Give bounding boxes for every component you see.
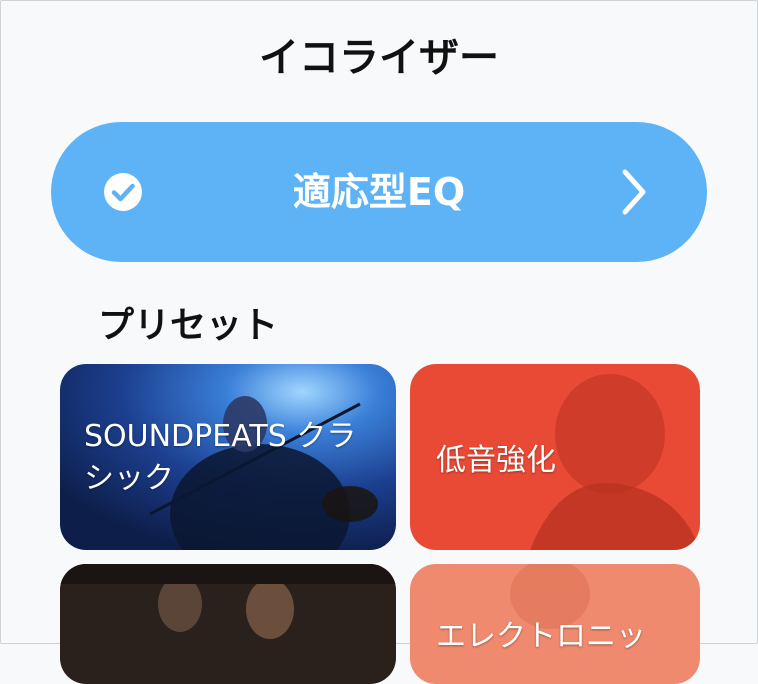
preset-card-bass-boost[interactable]: 低音強化 [410, 364, 700, 550]
presets-heading: プリセット [98, 305, 279, 346]
preset-card-electronic[interactable]: エレクトロニッ [410, 564, 700, 684]
chevron-right-icon [622, 169, 646, 215]
page-title: イコライザー [259, 35, 499, 81]
adaptive-eq-button[interactable]: 適応型EQ [51, 122, 707, 262]
adaptive-eq-label: 適応型EQ [292, 170, 466, 214]
preset-label: 低音強化 [436, 443, 556, 478]
preset-label: エレクトロニッ [436, 619, 646, 654]
preset-label: SOUNDPEATS クラシック [84, 419, 357, 496]
preset-card-classic[interactable]: SOUNDPEATS クラシック [60, 364, 396, 550]
preset-card-3[interactable] [60, 564, 396, 684]
musicians-image [60, 564, 396, 684]
